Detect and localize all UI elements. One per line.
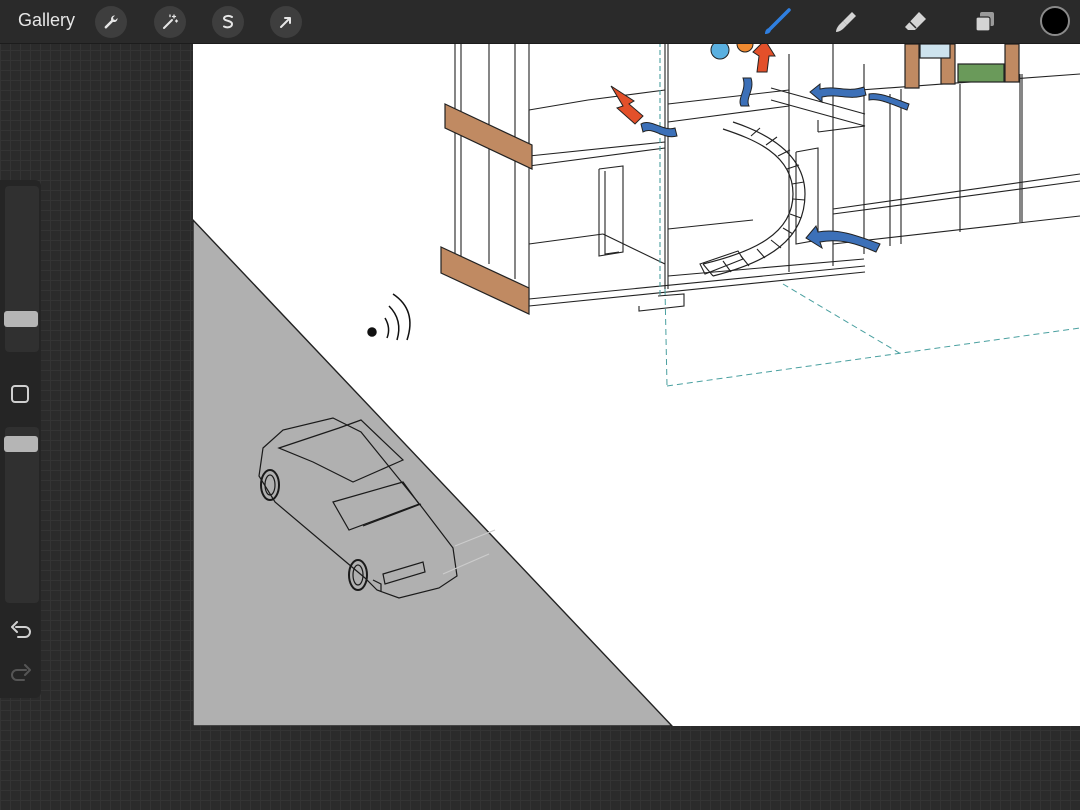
- adjustments-button[interactable]: [154, 6, 186, 38]
- eraser-icon: [905, 12, 926, 30]
- brush-size-slider-thumb[interactable]: [4, 311, 38, 327]
- brush-button[interactable]: [760, 5, 794, 39]
- opacity-slider-thumb[interactable]: [4, 436, 38, 452]
- color-picker-button[interactable]: [1040, 6, 1070, 36]
- transform-button[interactable]: [270, 6, 302, 38]
- signal-waves: [367, 293, 411, 341]
- magic-wand-icon: [163, 14, 179, 29]
- drawing-canvas[interactable]: [193, 44, 1080, 726]
- transform-arrow-icon: [280, 17, 291, 28]
- selection-icon: [222, 14, 234, 29]
- modify-button[interactable]: [11, 385, 29, 403]
- brush-size-slider-track[interactable]: [5, 186, 39, 352]
- top-toolbar: Gallery: [0, 0, 1080, 44]
- guide-lines: [664, 283, 1080, 387]
- sketch-artwork: [193, 44, 1080, 726]
- selection-button[interactable]: [212, 6, 244, 38]
- eraser-button[interactable]: [898, 5, 932, 39]
- brush-icon: [765, 8, 791, 34]
- opacity-slider-track[interactable]: [5, 427, 39, 603]
- house-section-drawing: [454, 44, 1080, 312]
- smudge-icon: [836, 12, 856, 32]
- undo-icon[interactable]: [10, 621, 32, 639]
- layers-button[interactable]: [968, 5, 1002, 39]
- layers-icon: [975, 12, 994, 32]
- actions-button[interactable]: [95, 6, 127, 38]
- redo-icon[interactable]: [10, 664, 32, 682]
- wrench-icon: [104, 15, 118, 29]
- gallery-button[interactable]: Gallery: [18, 10, 75, 31]
- smudge-button[interactable]: [829, 5, 863, 39]
- left-sidebar: [0, 180, 41, 698]
